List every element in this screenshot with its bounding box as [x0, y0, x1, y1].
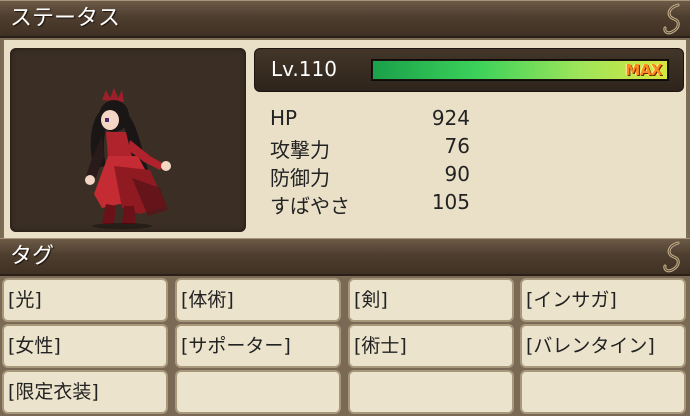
tag-item: [女性]: [2, 324, 168, 368]
exp-gauge: MAX: [371, 59, 669, 81]
scroll-flourish-icon: [663, 241, 680, 273]
scroll-flourish-icon: [663, 3, 680, 35]
tag-item: [光]: [2, 278, 168, 322]
tag-empty-slot: [520, 370, 686, 414]
status-header: ステータス: [0, 0, 690, 38]
tag-item: [剣]: [348, 278, 514, 322]
exp-gauge-fill: [373, 61, 667, 79]
stat-value: 105: [431, 190, 470, 214]
tag-empty-slot: [348, 370, 514, 414]
stat-label: 攻撃力: [270, 138, 330, 162]
exp-max-label: MAX: [625, 61, 662, 79]
tag-item: [術士]: [348, 324, 514, 368]
stat-value: 76: [444, 134, 470, 158]
stat-row: 攻撃力 76: [270, 134, 470, 162]
character-sprite: [85, 88, 171, 229]
stat-row: すばやさ 105: [270, 190, 470, 218]
tag-item: [バレンタイン]: [520, 324, 686, 368]
tags-header: タグ: [0, 238, 690, 276]
tag-empty-slot: [175, 370, 341, 414]
stat-label: HP: [270, 106, 298, 130]
tags-grid: [光] [体術] [剣] [インサガ] [女性] [サポーター] [術士] [バレンタイン] […: [0, 276, 690, 416]
stat-row: HP 924: [270, 106, 470, 134]
tag-item: [体術]: [175, 278, 341, 322]
stat-value: 924: [431, 106, 470, 130]
stats-list: HP 924 攻撃力 76 防御力 90 すばやさ 105: [270, 106, 470, 218]
tag-item: [サポーター]: [175, 324, 341, 368]
tag-item: [限定衣装]: [2, 370, 168, 414]
stat-label: すばやさ: [270, 194, 350, 218]
tags-title: タグ: [10, 244, 55, 269]
stat-label: 防御力: [270, 166, 330, 190]
status-title: ステータス: [10, 6, 121, 31]
character-portrait: [10, 48, 246, 232]
stat-row: 防御力 90: [270, 162, 470, 190]
stat-value: 90: [444, 162, 470, 186]
tag-item: [インサガ]: [520, 278, 686, 322]
level-label: Lv.110: [271, 57, 337, 81]
level-bar: Lv.110 MAX: [254, 48, 684, 92]
